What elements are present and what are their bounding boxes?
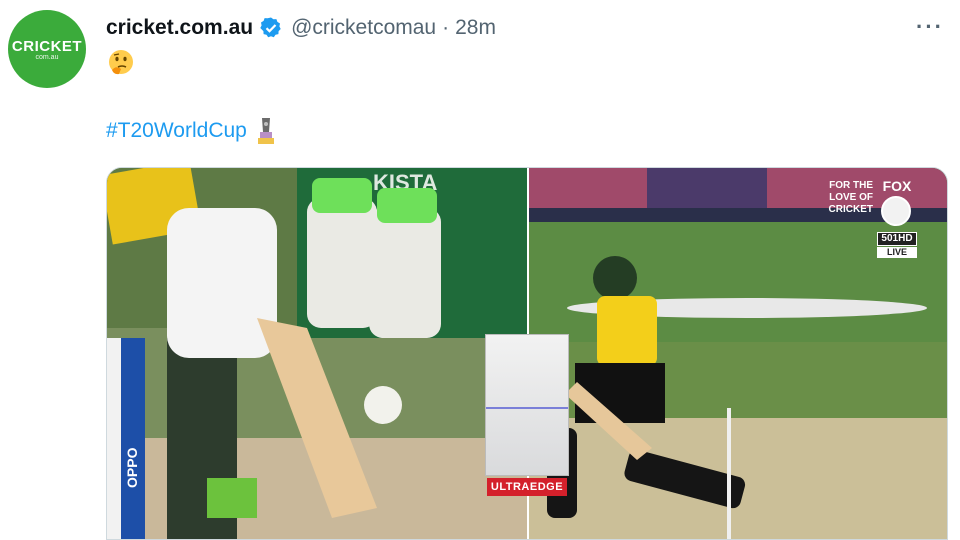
verified-badge-icon [260,17,281,38]
ultraedge-label: ULTRAEDGE [487,478,567,496]
ultraedge-graphic: ULTRAEDGE [485,334,569,498]
ultraedge-waveform-panel [485,334,569,476]
live-badge: LIVE [877,247,917,258]
display-name[interactable]: cricket.com.au [106,16,253,40]
tweet-media[interactable]: KISTA OPPO ULTRAEDGE FOR THE LOVE OF CRI… [106,167,948,540]
channel-number: 501HD [877,232,917,246]
stump-text: OPPO [124,447,140,488]
tagline-line-2: LOVE OF [829,192,873,203]
avatar[interactable]: CRICKET com.au [8,10,86,88]
more-options-icon[interactable]: ··· [916,14,944,40]
ultraedge-waveform-line [486,407,568,409]
broadcaster-logo: FOR THE LOVE OF CRICKET FOX 501HD LIVE [819,178,929,258]
left-panel: KISTA OPPO [107,168,527,539]
separator-dot: · [442,16,450,39]
tagline-line-1: FOR THE [829,180,873,191]
tagline-line-3: CRICKET [828,204,873,215]
cricket-ball-icon [881,196,911,226]
tweet-text: #T20WorldCup [106,116,279,146]
trophy-icon [257,118,274,144]
timestamp[interactable]: 28m [455,16,496,40]
handle[interactable]: @cricketcomau [291,16,436,40]
hashtag-link[interactable]: #T20WorldCup [106,119,247,143]
tweet-header: cricket.com.au @cricketcomau · 28m [106,12,496,44]
channel-badge: 501HD LIVE [877,232,917,258]
broadcast-tagline: FOR THE LOVE OF CRICKET [819,180,873,216]
thinking-face-emoji-icon [109,50,133,75]
fox-logo: FOX [882,178,912,194]
avatar-logo-text: CRICKET [11,37,83,55]
avatar-logo-sub: com.au [35,53,59,61]
